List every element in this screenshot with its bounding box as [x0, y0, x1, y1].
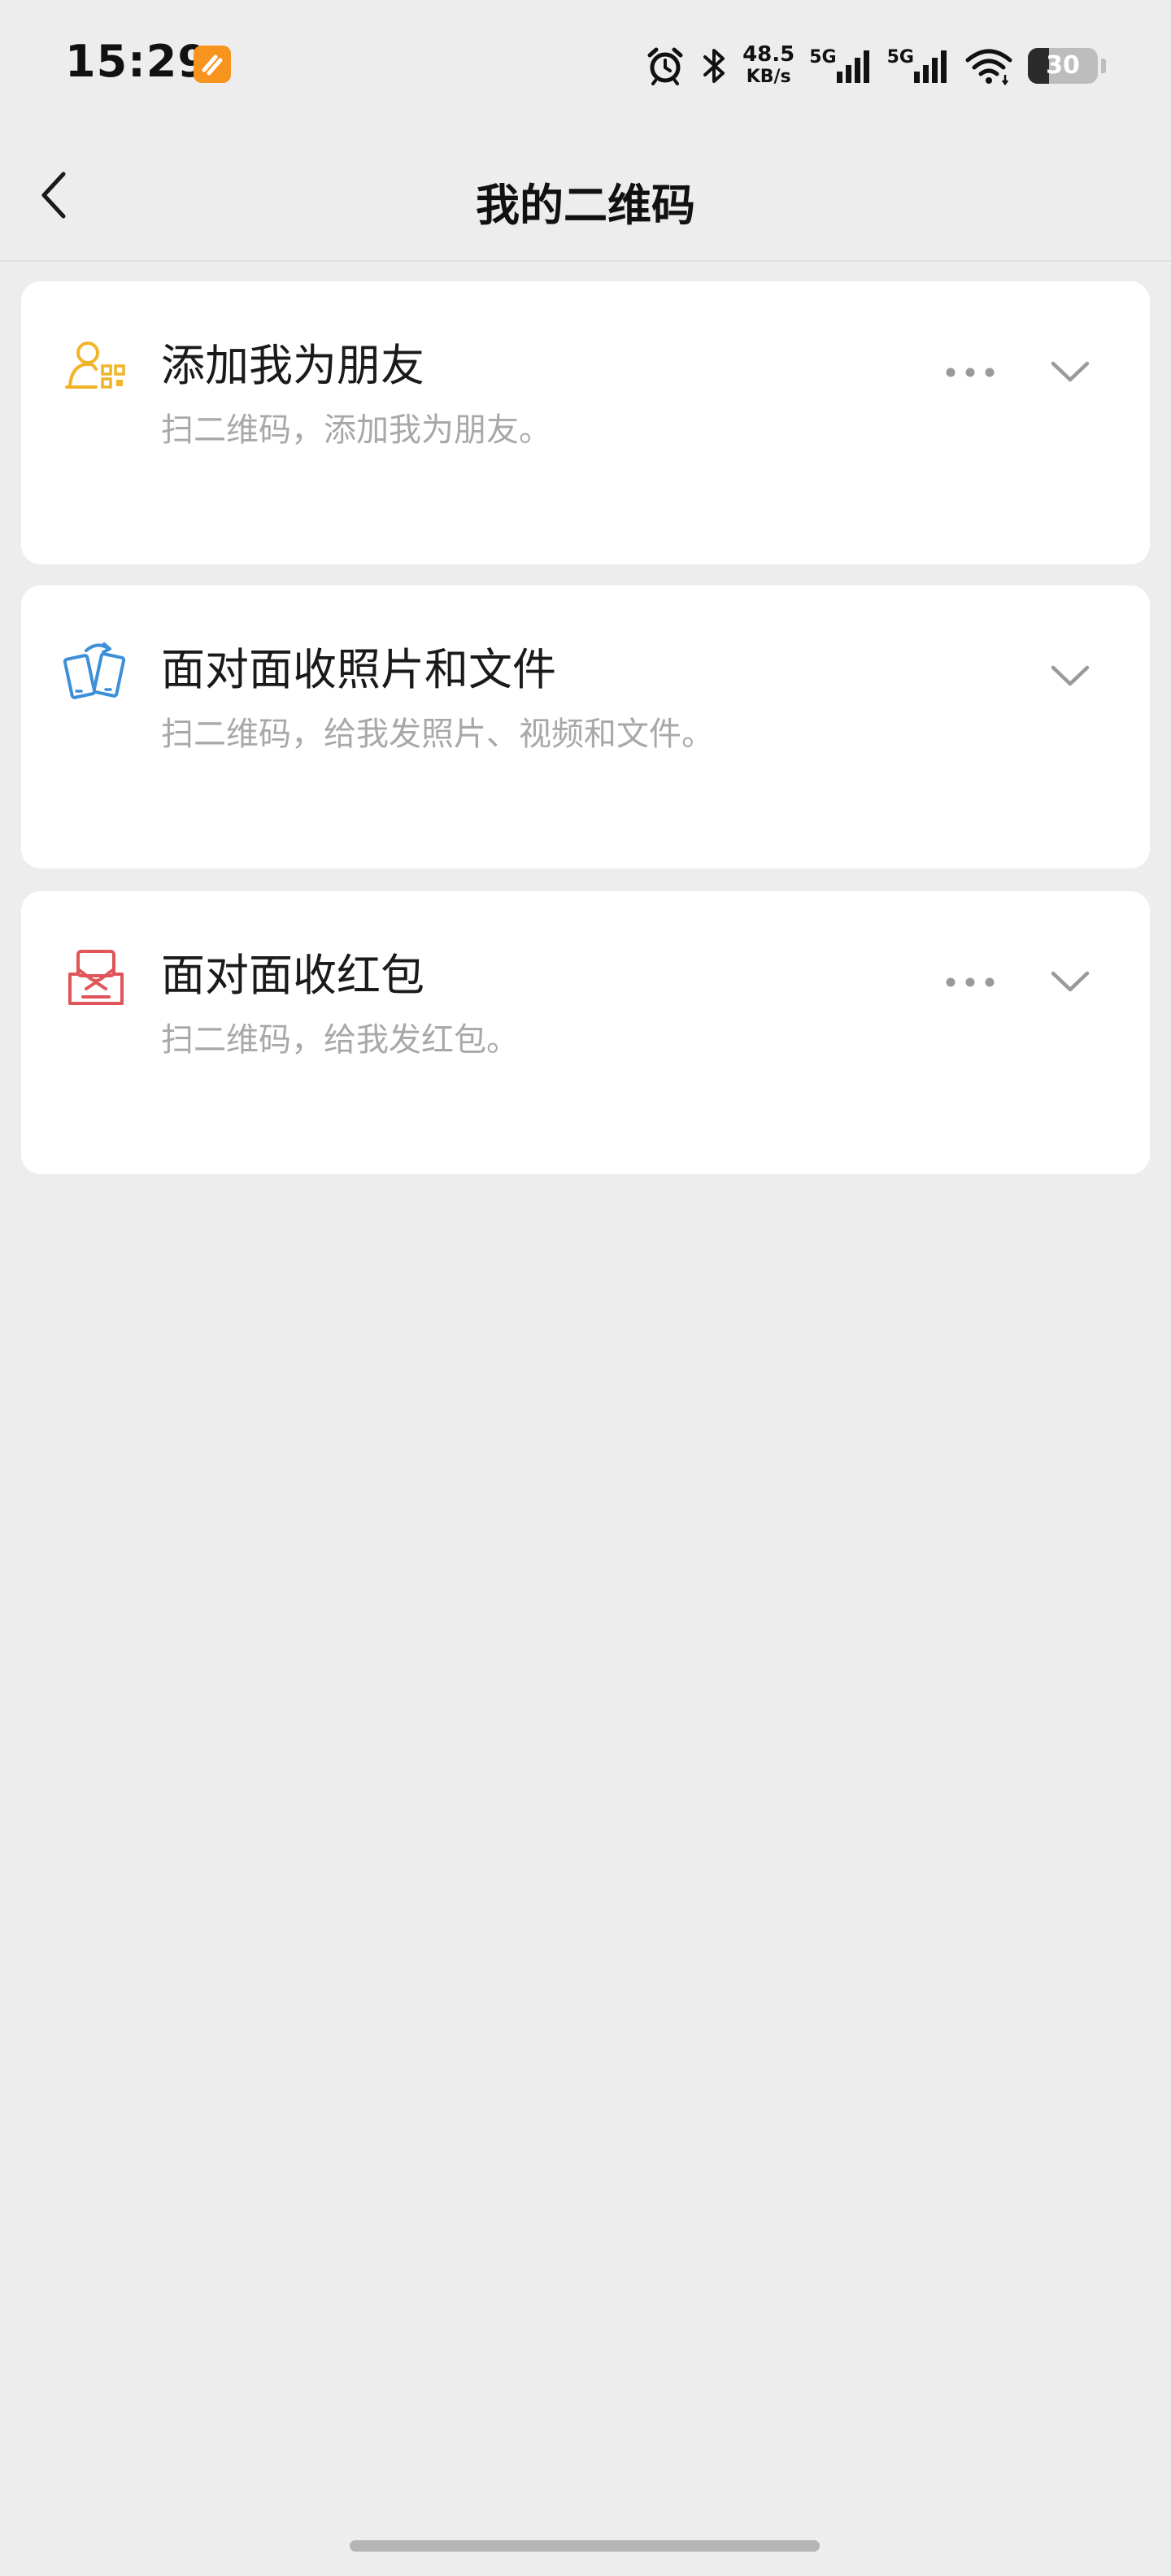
red-packet-icon	[62, 945, 130, 1013]
battery-tip	[1101, 59, 1106, 73]
card-subtitle: 扫二维码，给我发照片、视频和文件。	[161, 716, 714, 753]
card-add-friend[interactable]: 添加我为朋友 扫二维码，添加我为朋友。	[21, 281, 1150, 564]
chevron-down-icon	[1051, 665, 1090, 686]
chevron-down-icon	[1051, 361, 1090, 382]
signal-sim1-label: 5G	[809, 47, 837, 67]
more-options-button[interactable]	[934, 348, 1007, 397]
card-subtitle: 扫二维码，添加我为朋友。	[161, 411, 551, 449]
user-qrcode-icon	[62, 335, 130, 403]
battery-level: 30	[1046, 51, 1080, 80]
alarm-icon	[647, 47, 683, 85]
card-title: 面对面收照片和文件	[161, 644, 556, 695]
expand-button[interactable]	[1038, 343, 1103, 400]
card-receive-red-packet[interactable]: 面对面收红包 扫二维码，给我发红包。	[21, 891, 1150, 1174]
signal-sim2: 5G	[887, 47, 950, 85]
signal-bars-icon	[914, 50, 947, 83]
nav-bar: 我的二维码	[0, 130, 1171, 262]
battery-indicator: 30	[1028, 48, 1098, 84]
expand-button[interactable]	[1038, 647, 1103, 704]
more-dots-icon	[946, 977, 995, 987]
card-subtitle: 扫二维码，给我发红包。	[161, 1021, 519, 1059]
status-bar: 15:29 48.5 KB/s 5G 5G 30	[0, 0, 1171, 130]
network-speed-value: 48.5	[742, 42, 795, 67]
more-options-button[interactable]	[934, 958, 1007, 1007]
status-icons: 48.5 KB/s 5G 5G 30	[645, 37, 1106, 94]
signal-sim2-label: 5G	[886, 47, 914, 67]
wifi-icon	[965, 49, 1012, 86]
card-receive-files[interactable]: 面对面收照片和文件 扫二维码，给我发照片、视频和文件。	[21, 585, 1150, 868]
phone-transfer-icon	[62, 639, 130, 707]
network-speed-unit: KB/s	[746, 67, 791, 87]
app-notification-icon	[194, 46, 231, 83]
status-time: 15:29	[65, 36, 209, 87]
network-speed: 48.5 KB/s	[742, 43, 794, 89]
more-dots-icon	[946, 368, 995, 377]
expand-button[interactable]	[1038, 953, 1103, 1010]
card-title: 面对面收红包	[161, 950, 424, 1001]
signal-bars-icon	[836, 50, 869, 83]
signal-sim1: 5G	[809, 47, 872, 85]
page-title: 我的二维码	[476, 180, 695, 231]
bluetooth-icon	[703, 49, 725, 83]
home-indicator[interactable]	[350, 2540, 820, 2552]
chevron-down-icon	[1051, 971, 1090, 992]
card-title: 添加我为朋友	[161, 340, 424, 391]
